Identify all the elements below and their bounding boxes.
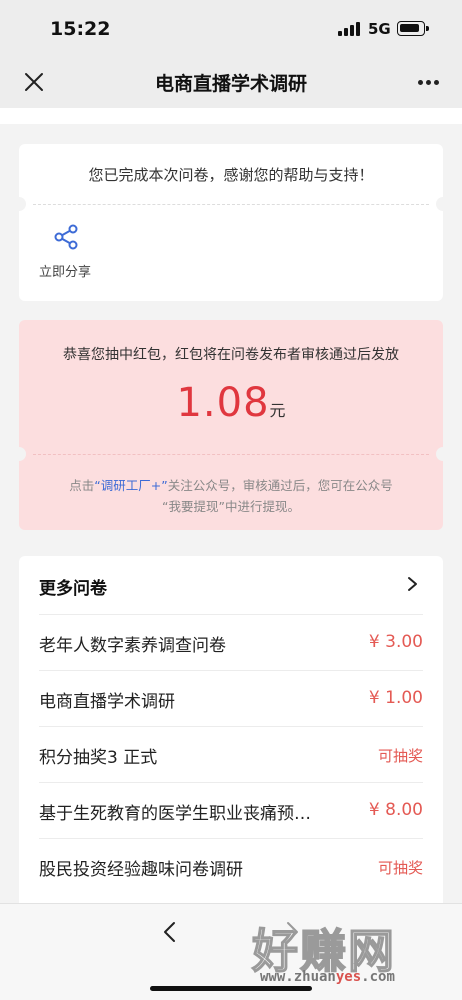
survey-reward: 可抽奖 [377,747,423,765]
content-area: 您已完成本次问卷，感谢您的帮助与支持！ 立即分享 恭喜您抽中红包，红包将在问卷发… [0,108,462,903]
survey-title: 基于生死教育的医学生职业丧痛预… [39,804,311,824]
more-surveys-header[interactable]: 更多问卷 [19,556,443,614]
status-bar: 15:22 5G [0,0,462,56]
survey-title: 积分抽奖3 正式 [39,748,158,768]
survey-row[interactable]: 基于生死教育的医学生职业丧痛预… ¥ 8.00 [39,782,423,838]
official-account-link[interactable]: “调研工厂+” [94,478,167,493]
thanks-card: 您已完成本次问卷，感谢您的帮助与支持！ 立即分享 [12,144,450,301]
share-icon[interactable] [52,223,80,251]
survey-title: 电商直播学术调研 [39,692,175,712]
back-arrow-icon[interactable] [160,920,180,944]
watermark-url-pre: www.zhuan [260,969,336,985]
watermark-url-post: .com [361,969,395,985]
signal-icon [338,22,360,36]
network-type: 5G [368,20,391,38]
chevron-right-icon[interactable] [405,576,419,592]
top-strip [0,108,462,124]
thanks-message: 您已完成本次问卷，感谢您的帮助与支持！ [88,166,374,184]
survey-reward: ¥ 8.00 [368,800,423,820]
battery-icon [397,21,429,36]
status-time: 15:22 [50,18,111,40]
more-surveys-card: 更多问卷 老年人数字素养调查问卷 ¥ 3.00 电商直播学术调研 ¥ 1.00 … [19,556,443,903]
ticket-notch [12,197,26,211]
share-label[interactable]: 立即分享 [39,261,91,280]
survey-reward: 可抽奖 [377,859,423,877]
ticket-notch [436,447,450,461]
survey-row[interactable]: 积分抽奖3 正式 可抽奖 [39,726,423,782]
note-suffix: 关注公众号，审核通过后，您可在公众号 [167,478,393,493]
survey-reward: ¥ 1.00 [368,688,423,708]
survey-row[interactable]: 电商直播学术调研 ¥ 1.00 [39,670,423,726]
red-packet-card: 恭喜您抽中红包，红包将在问卷发布者审核通过后发放 1.08元 点击“调研工厂+”… [12,320,450,530]
survey-title: 股民投资经验趣味问卷调研 [39,860,243,880]
ticket-notch [436,197,450,211]
more-dots-icon[interactable] [414,80,444,86]
red-packet-amount: 1.08 [176,380,270,426]
more-surveys-title: 更多问卷 [39,579,107,599]
watermark-url: www.zhuanyes.com [260,969,395,985]
note-line2: “我要提现”中进行提现。 [162,499,300,514]
ticket-notch [12,447,26,461]
nav-bar: 电商直播学术调研 [0,56,462,108]
red-packet-note: 点击“调研工厂+”关注公众号，审核通过后，您可在公众号 “我要提现”中进行提现。 [39,475,423,517]
red-packet-amount-wrap: 1.08元 [19,380,443,426]
survey-row[interactable]: 老年人数字素养调查问卷 ¥ 3.00 [39,614,423,670]
watermark-logo: 好赚网 www.zhuanyes.com [251,915,452,990]
watermark-url-hl: yes [335,969,362,985]
amount-unit: 元 [269,401,286,420]
note-prefix: 点击 [69,478,95,493]
page-title: 电商直播学术调研 [154,73,307,95]
divider [33,454,429,455]
survey-reward: ¥ 3.00 [368,632,423,652]
divider [33,204,429,205]
survey-row[interactable]: 股民投资经验趣味问卷调研 可抽奖 [39,838,423,894]
red-packet-title: 恭喜您抽中红包，红包将在问卷发布者审核通过后发放 [63,347,399,363]
survey-title: 老年人数字素养调查问卷 [39,636,226,656]
